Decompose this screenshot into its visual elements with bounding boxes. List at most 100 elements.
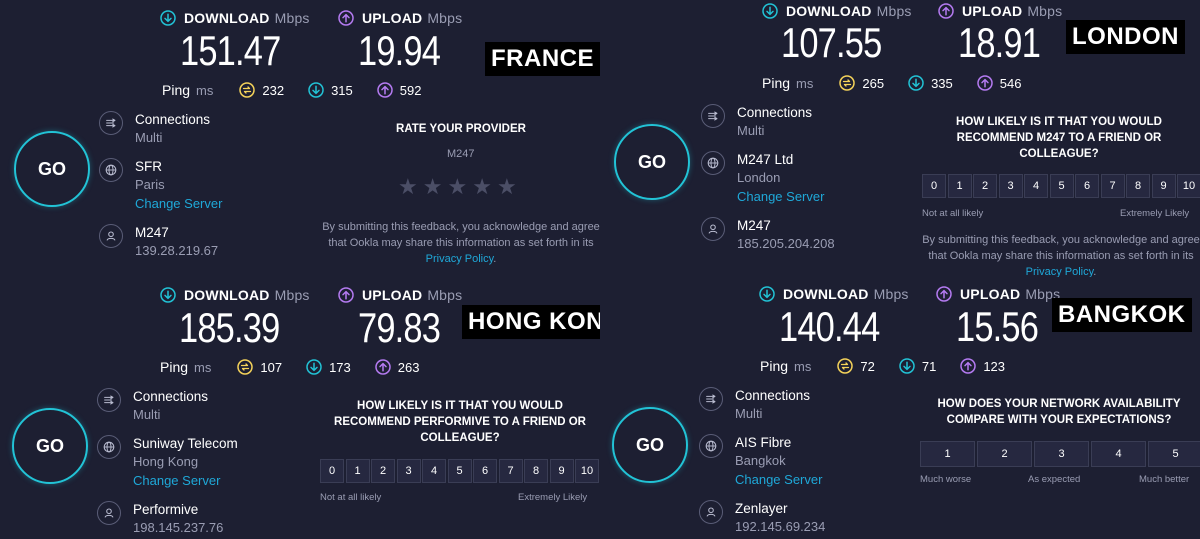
host-row: M247 185.205.204.208 <box>701 217 835 254</box>
upload-icon <box>375 359 391 375</box>
download-value: 185.39 <box>179 304 280 351</box>
availability-scale[interactable]: 1 2 3 4 5 <box>920 441 1200 467</box>
connections-row[interactable]: Connections Multi <box>99 111 210 148</box>
isp-row: Suniway Telecom Hong Kong Change Server <box>97 435 238 490</box>
scale-option-1[interactable]: 1 <box>920 441 975 467</box>
download-icon <box>308 82 324 98</box>
go-button[interactable]: GO <box>614 124 690 200</box>
scale-option-8[interactable]: 8 <box>524 459 548 483</box>
connections-value: Multi <box>133 407 161 422</box>
isp-name: M247 Ltd <box>737 152 794 167</box>
upload-icon <box>960 358 976 374</box>
provider-name: M247 <box>447 148 475 160</box>
star-icon[interactable]: ★ <box>472 176 492 198</box>
scale-option-7[interactable]: 7 <box>498 459 523 483</box>
ping-unit: ms <box>194 359 212 375</box>
change-server-link[interactable]: Change Server <box>133 472 238 490</box>
ping-download: 71 <box>899 358 936 374</box>
rating-scale[interactable]: 0 1 2 3 4 5 6 7 8 9 10 <box>922 174 1200 198</box>
ping-idle: 265 <box>839 75 884 91</box>
ping-upload: 546 <box>977 75 1021 91</box>
go-button[interactable]: GO <box>12 408 88 484</box>
scale-option-2[interactable]: 2 <box>977 441 1032 467</box>
ip-address: 139.28.219.67 <box>135 243 219 258</box>
result-panel-london: DOWNLOAD Mbps 107.55 UPLOAD Mbps 18.91 L… <box>600 0 1200 277</box>
scale-option-0[interactable]: 0 <box>922 174 946 198</box>
upload-unit: Mbps <box>1027 3 1063 19</box>
download-unit: Mbps <box>274 287 310 303</box>
privacy-policy-link[interactable]: Privacy Policy <box>1026 266 1094 277</box>
star-icon[interactable]: ★ <box>423 176 443 198</box>
star-icon[interactable]: ★ <box>447 176 467 198</box>
connections-icon <box>699 387 723 411</box>
scale-option-4[interactable]: 4 <box>1024 174 1048 198</box>
upload-value: 15.56 <box>956 303 1039 350</box>
go-button[interactable]: GO <box>14 131 90 207</box>
connections-row[interactable]: Connections Multi <box>97 388 208 425</box>
scale-option-10[interactable]: 10 <box>1177 174 1200 198</box>
ping-label: Ping <box>762 75 791 91</box>
scale-option-10[interactable]: 10 <box>575 459 599 483</box>
isp-location: Paris <box>135 177 165 192</box>
host-name: M247 <box>737 218 771 233</box>
download-icon <box>762 3 778 19</box>
scale-option-3[interactable]: 3 <box>1034 441 1089 467</box>
connections-label: Connections <box>133 389 209 404</box>
upload-icon <box>377 82 393 98</box>
change-server-link[interactable]: Change Server <box>735 471 822 489</box>
user-icon <box>99 224 123 248</box>
upload-header: UPLOAD Mbps <box>338 287 462 303</box>
connections-row[interactable]: Connections Multi <box>701 104 812 141</box>
download-icon <box>160 10 176 26</box>
result-panel-hongkong: DOWNLOAD Mbps 185.39 UPLOAD Mbps 79.83 H… <box>0 277 600 539</box>
ping-idle: 107 <box>237 359 282 375</box>
feedback-question: HOW DOES YOUR NETWORK AVAILABILITY COMPA… <box>937 398 1181 426</box>
scale-option-9[interactable]: 9 <box>549 459 574 483</box>
result-panel-france: DOWNLOAD Mbps 151.47 UPLOAD Mbps 19.94 F… <box>0 0 600 277</box>
scale-option-6[interactable]: 6 <box>1075 174 1099 198</box>
change-server-link[interactable]: Change Server <box>737 188 824 206</box>
ping-idle: 72 <box>837 358 875 374</box>
connections-row[interactable]: Connections Multi <box>699 387 810 424</box>
download-icon <box>759 286 775 302</box>
star-icon[interactable]: ★ <box>497 176 517 198</box>
download-value: 151.47 <box>180 27 281 74</box>
download-header: DOWNLOAD Mbps <box>160 10 310 26</box>
scale-option-2[interactable]: 2 <box>371 459 395 483</box>
scale-high-label: Extremely Likely <box>518 492 588 503</box>
host-row: M247 139.28.219.67 <box>99 224 218 261</box>
scale-option-9[interactable]: 9 <box>1151 174 1176 198</box>
scale-option-2[interactable]: 2 <box>973 174 997 198</box>
scale-option-8[interactable]: 8 <box>1126 174 1150 198</box>
upload-label: UPLOAD <box>960 286 1021 302</box>
feedback-question: HOW LIKELY IS IT THAT YOU WOULD RECOMMEN… <box>956 116 1162 160</box>
download-header: DOWNLOAD Mbps <box>762 3 912 19</box>
scale-option-7[interactable]: 7 <box>1100 174 1125 198</box>
scale-option-5[interactable]: 5 <box>447 459 472 483</box>
upload-unit: Mbps <box>427 287 463 303</box>
star-rating[interactable]: ★ ★ ★ ★ ★ <box>398 176 517 198</box>
scale-option-5[interactable]: 5 <box>1049 174 1074 198</box>
scale-option-6[interactable]: 6 <box>473 459 497 483</box>
download-header: DOWNLOAD Mbps <box>160 287 310 303</box>
scale-option-5[interactable]: 5 <box>1148 441 1200 467</box>
scale-option-0[interactable]: 0 <box>320 459 344 483</box>
scale-option-1[interactable]: 1 <box>947 174 972 198</box>
isp-name: SFR <box>135 159 162 174</box>
rating-scale[interactable]: 0 1 2 3 4 5 6 7 8 9 10 <box>320 459 600 483</box>
scale-option-4[interactable]: 4 <box>1091 441 1146 467</box>
scale-option-3[interactable]: 3 <box>998 174 1023 198</box>
scale-option-1[interactable]: 1 <box>345 459 370 483</box>
change-server-link[interactable]: Change Server <box>135 195 222 213</box>
go-button[interactable]: GO <box>612 407 688 483</box>
ping-upload: 592 <box>377 82 421 98</box>
scale-option-3[interactable]: 3 <box>396 459 421 483</box>
host-name: M247 <box>135 225 169 240</box>
upload-header: UPLOAD Mbps <box>938 3 1062 19</box>
upload-icon <box>338 287 354 303</box>
jitter-icon <box>239 82 255 98</box>
star-icon[interactable]: ★ <box>398 176 418 198</box>
scale-low-label: Not at all likely <box>320 492 382 503</box>
scale-option-4[interactable]: 4 <box>422 459 446 483</box>
privacy-policy-link[interactable]: Privacy Policy <box>426 253 494 265</box>
